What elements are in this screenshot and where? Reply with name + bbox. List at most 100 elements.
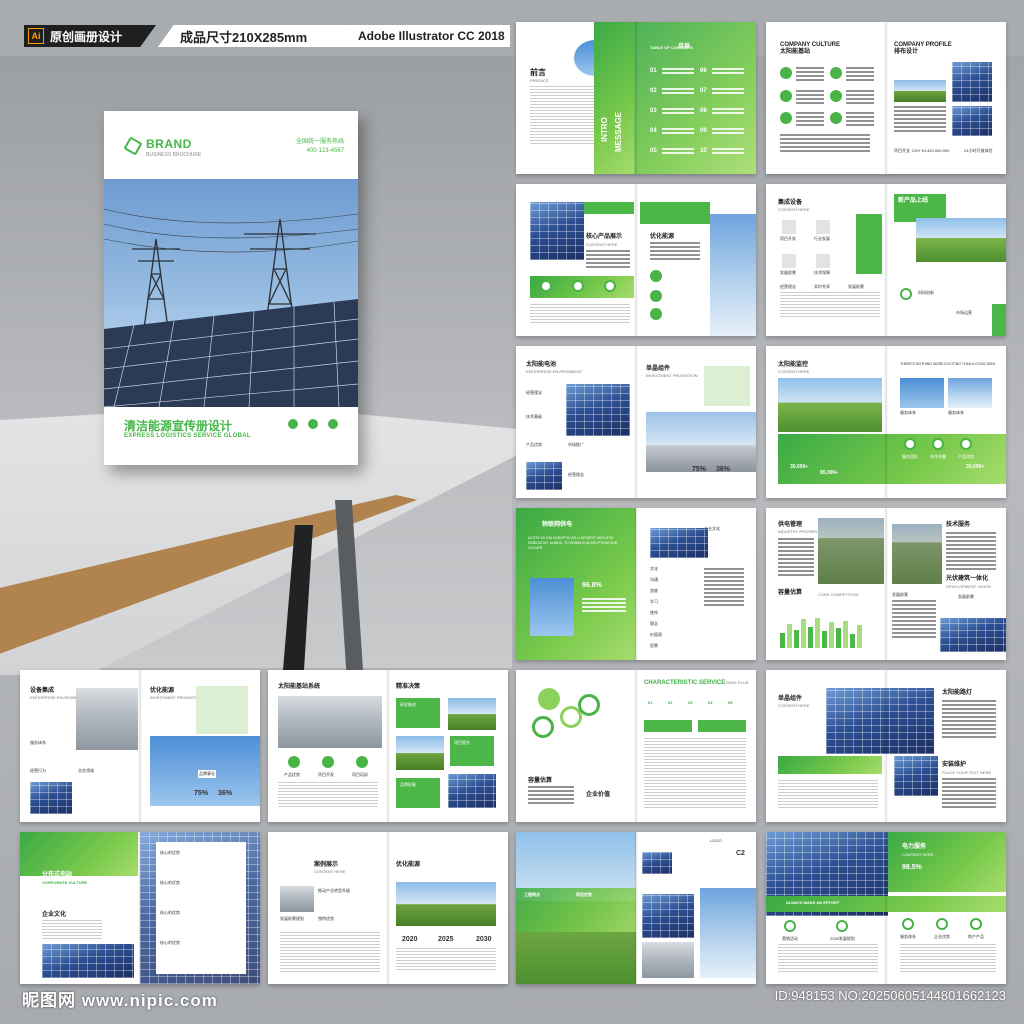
cover-brand: BRAND <box>146 137 192 151</box>
culture-icon <box>830 90 842 102</box>
s16-title: 电力服务 <box>902 844 927 850</box>
ai-badge: Ai 原创画册设计 <box>24 25 156 47</box>
service-number: 03 <box>688 700 693 705</box>
solar-cell-photo <box>526 462 562 490</box>
mono-text <box>778 780 878 810</box>
spread-base-station-system: 太阳能基站系统 产品优势 项目开发 项目培训 精准决策 研发推进 项目提名 品牌… <box>268 670 508 822</box>
chart-bar <box>822 631 827 648</box>
culture-icon <box>780 112 792 124</box>
toc-number: 04 <box>650 128 657 134</box>
capacity-title: 容量估算 <box>528 778 553 784</box>
toc-entry-text <box>662 108 694 116</box>
icon-label: 项目开发 <box>318 772 334 777</box>
house-photo <box>396 736 444 770</box>
pm-title: 供电管理 <box>778 522 803 528</box>
mono-content: CONTENT HERE <box>778 703 810 708</box>
toc-number: 05 <box>650 148 657 154</box>
prospect-text <box>892 600 936 640</box>
page-plus: PAGE PLUS <box>726 680 749 685</box>
percent-b: 36% <box>716 466 731 473</box>
core-label: CORE COMPETITION <box>818 592 859 597</box>
list-item: 核心的优势 <box>160 850 180 855</box>
item-label: 实时共享 <box>814 284 830 289</box>
s16-right-text <box>900 944 996 974</box>
iot-latin: AXITAT AS DIN KADOPTA VOLU DESERIT NECUL… <box>528 536 618 550</box>
aerial-photo <box>892 524 942 584</box>
solar-cell-sub: ENTERPRISE ENVIRONMENT <box>526 369 583 374</box>
toc-entry-text <box>712 88 744 96</box>
install-sub: PLACE YOUR TEXT HERE <box>942 770 992 775</box>
chart-bar <box>794 630 799 648</box>
value-title: 企业价值 <box>586 792 611 798</box>
culture-word: 沟通 <box>650 577 658 582</box>
item-label: 市场推广 <box>568 442 584 447</box>
toc-entry-text <box>712 68 744 76</box>
prospect-label: 发展前景 <box>958 594 974 599</box>
culture-word: 价值观 <box>650 632 662 637</box>
service-label: 服务体系 <box>948 410 964 415</box>
service-number: 05 <box>728 700 733 705</box>
turbine-photo <box>900 378 944 408</box>
preface-title: 前言 <box>530 68 546 77</box>
case-text <box>280 932 380 972</box>
toc-entry-text <box>712 148 744 156</box>
develop-icon <box>322 756 334 768</box>
chart-bar <box>857 625 862 648</box>
culture-word: 学习 <box>650 599 658 604</box>
bipv-title: 光伏建筑一体化 <box>946 576 989 582</box>
spread-power-management: 供电管理 INDUSTRY PROSPECTS 容量估算 CORE COMPET… <box>766 508 1006 660</box>
prospect-icon <box>782 254 796 268</box>
spread-solar-monitoring: 太阳能监控 CONTENT HERE THERE'S NOTHING MORE … <box>766 346 1006 498</box>
chart-bar <box>850 634 855 648</box>
culture-text <box>796 112 824 126</box>
toc-number: 01 <box>650 68 657 74</box>
green-row <box>698 720 746 732</box>
case-title: 案例展示 <box>314 862 339 868</box>
mono-sub: INVESTMENT PROMOTION <box>646 373 698 378</box>
culture-text <box>796 67 824 81</box>
advantage-icon <box>288 756 300 768</box>
sky-photo <box>700 888 756 978</box>
culture-label: 企业文化 <box>704 526 720 531</box>
percent-a: 75% <box>194 790 209 797</box>
spread-case-show: 案例展示 CONTENT HERE 推动产业转型升级 发展前景规划 独特优势 优… <box>268 832 508 984</box>
image-id-watermark: ID:948153 NO:20250605144801662123 <box>774 988 1006 1003</box>
year: 2020 <box>402 936 418 943</box>
capacity-title: 容量估算 <box>778 590 803 596</box>
ds-text <box>42 920 102 940</box>
item-label: 技术基础 <box>526 414 542 419</box>
bullet-icon <box>650 290 662 302</box>
item-label: 经营理念 <box>780 284 796 289</box>
toc-entry-text <box>712 128 744 136</box>
solar-photo <box>448 774 496 808</box>
streetlight-title: 太阳能路灯 <box>942 690 973 696</box>
product-icon <box>960 438 972 450</box>
spread-core-products: 核心产品展示 CONTENT HERE 优化能源 <box>516 184 756 336</box>
handshake-icon <box>932 438 944 450</box>
spread-company-culture: COMPANY CULTURE 太阳能基站 COMPANY PROFILE 排布… <box>766 22 1006 174</box>
size-badge: 成品尺寸210X285mm <box>158 25 354 47</box>
core-title: 核心产品展示 <box>586 234 623 240</box>
spread-iot-power: 物联网供电 AXITAT AS DIN KADOPTA VOLU DESERIT… <box>516 508 756 660</box>
toc-entry-text <box>712 108 744 116</box>
list-item: 核心的优势 <box>160 910 180 915</box>
s16-percent: 98.5% <box>902 864 922 871</box>
solar-photo <box>940 618 1006 652</box>
ei-title: 设备集成 <box>30 688 55 694</box>
list-item: 核心的优势 <box>160 940 180 945</box>
culture-cn: 太阳能基站 <box>780 49 811 55</box>
iot-text <box>582 598 626 612</box>
bulb-icon <box>936 918 948 930</box>
nipic-watermark-logo: 昵图网 www.nipic.com <box>22 991 218 1010</box>
culture-icon <box>780 67 792 79</box>
spread-solar-cell: 太阳能电池 ENTERPRISE ENVIRONMENT 经营理念 技术基础 产… <box>516 346 756 498</box>
chart-bar <box>808 627 813 648</box>
hotline-label: 全国统一服务热线 <box>295 139 344 145</box>
s16-icon-label: 企业优势 <box>934 934 950 939</box>
solar-array-photo <box>826 688 934 754</box>
equipment-title: 集成设备 <box>778 200 803 206</box>
cover-contact-icons <box>288 419 338 429</box>
icon-label: 服务团队 <box>902 454 918 459</box>
badge-label: 原创画册设计 <box>50 29 123 44</box>
iot-title: 物联网供电 <box>542 522 573 528</box>
